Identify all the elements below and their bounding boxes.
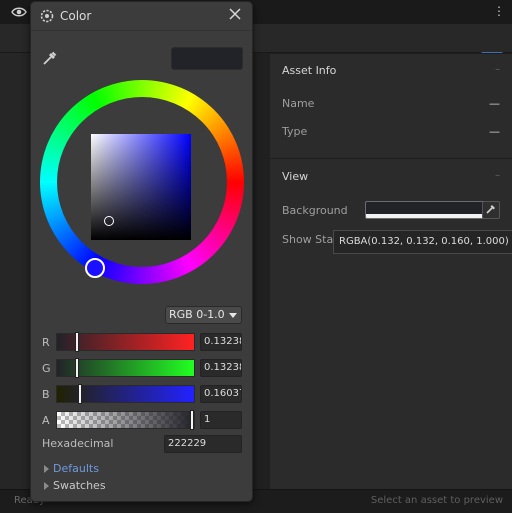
view-collapse-icon[interactable]: – (495, 170, 500, 181)
color-picker-dialog: Color RGB 0-1.0 R 0.13238 G 0.13238 B 0.… (30, 1, 253, 502)
red-slider[interactable] (56, 332, 195, 352)
eyedropper-icon[interactable] (42, 50, 58, 66)
name-label: Name (282, 97, 315, 110)
defaults-foldout[interactable]: Defaults (44, 462, 99, 475)
blue-slider[interactable] (56, 384, 195, 404)
color-tooltip: RGBA(0.132, 0.132, 0.160, 1.000) (333, 230, 512, 254)
red-slider-handle[interactable] (74, 332, 79, 352)
inspector-panel: Asset Info – Name — Type — View – Backgr… (270, 53, 512, 489)
green-slider-handle[interactable] (74, 358, 79, 378)
palette-icon (40, 9, 54, 23)
background-color-field[interactable] (365, 201, 485, 219)
background-eyedropper-button[interactable] (482, 201, 500, 219)
hue-handle[interactable] (85, 258, 105, 278)
type-value: — (489, 125, 500, 138)
alpha-value-field[interactable]: 1 (200, 411, 242, 429)
preview-panel (252, 53, 271, 489)
eyedropper-icon (485, 203, 497, 218)
swatches-label: Swatches (53, 479, 106, 492)
alpha-slider-handle[interactable] (190, 410, 194, 430)
view-header[interactable]: View (282, 170, 308, 183)
alpha-label: A (42, 414, 50, 427)
expand-arrow-icon (44, 481, 49, 490)
green-slider[interactable] (56, 358, 195, 378)
red-label: R (42, 336, 50, 349)
current-color-swatch (171, 47, 243, 70)
show-stats-label: Show Stat (282, 233, 338, 246)
saturation-value-handle[interactable] (104, 216, 114, 226)
left-panel (0, 53, 34, 489)
background-label: Background (282, 204, 348, 217)
dialog-titlebar[interactable]: Color (31, 2, 252, 31)
close-icon (229, 7, 241, 23)
defaults-label: Defaults (53, 462, 99, 475)
dialog-title: Color (60, 9, 92, 23)
alpha-slider[interactable] (56, 410, 195, 430)
swatches-foldout[interactable]: Swatches (44, 479, 106, 492)
close-button[interactable] (226, 6, 244, 24)
blue-slider-handle[interactable] (78, 384, 83, 404)
name-value: — (489, 97, 500, 110)
green-label: G (42, 362, 51, 375)
hex-label: Hexadecimal (42, 437, 114, 450)
green-value-field[interactable]: 0.13238 (200, 359, 242, 377)
status-hint: Select an asset to preview (370, 495, 503, 506)
section-divider (270, 53, 512, 54)
alpha-bar (366, 214, 484, 218)
more-options-icon[interactable]: ⋮ (493, 4, 505, 18)
chevron-down-icon (229, 313, 237, 318)
type-label: Type (282, 125, 308, 138)
color-mode-dropdown[interactable]: RGB 0-1.0 (165, 306, 242, 324)
asset-info-header[interactable]: Asset Info (282, 64, 336, 77)
blue-value-field[interactable]: 0.16037 (200, 385, 242, 403)
blue-label: B (42, 388, 50, 401)
section-divider (270, 158, 512, 159)
eye-icon[interactable] (11, 5, 27, 19)
expand-arrow-icon (44, 464, 49, 473)
asset-info-collapse-icon[interactable]: – (495, 64, 500, 75)
hex-input[interactable]: 222229 (164, 435, 242, 453)
red-value-field[interactable]: 0.13238 (200, 333, 242, 351)
color-mode-value: RGB 0-1.0 (169, 308, 225, 321)
